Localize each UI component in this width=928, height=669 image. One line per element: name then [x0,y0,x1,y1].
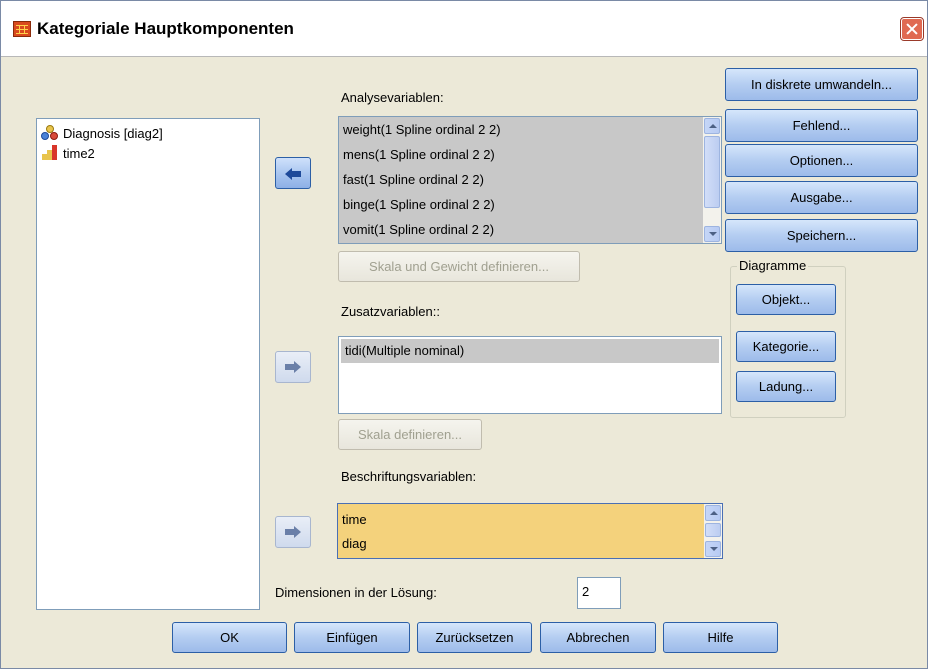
close-button[interactable] [900,17,924,41]
list-item[interactable]: tidi(Multiple nominal) [341,339,719,363]
arrow-right-icon [285,361,301,373]
list-item[interactable]: fast(1 Spline ordinal 2 2) [339,167,721,192]
list-item[interactable]: time [338,508,722,532]
save-button[interactable]: Speichern... [725,219,918,252]
arrow-left-icon [285,168,301,180]
dimensions-label: Dimensionen in der Lösung: [275,585,437,600]
chevron-up-icon [709,124,717,128]
arrow-right-icon [285,526,301,538]
scroll-thumb[interactable] [704,136,720,208]
scroll-down-button[interactable] [705,541,721,557]
scroll-down-button[interactable] [704,226,720,242]
plots-group-legend: Diagramme [737,258,809,273]
source-item-label: Diagnosis [diag2] [63,125,163,141]
app-table-icon [13,21,31,37]
list-item[interactable]: binge(1 Spline ordinal 2 2) [339,192,721,217]
define-scale-button[interactable]: Skala definieren... [338,419,482,450]
scroll-up-button[interactable] [705,505,721,521]
scale-variable-icon [41,145,59,161]
missing-button[interactable]: Fehlend... [725,109,918,142]
title-bar[interactable]: Kategoriale Hauptkomponenten [1,1,927,57]
source-variable-list[interactable]: Diagnosis [diag2] time2 [36,118,260,610]
supplementary-variables-list[interactable]: tidi(Multiple nominal) [338,336,722,414]
paste-button[interactable]: Einfügen [294,622,410,653]
dimensions-input[interactable]: 2 [577,577,621,609]
list-item[interactable]: time2 [41,144,95,162]
move-to-supplementary-button[interactable] [275,351,311,383]
category-plot-button[interactable]: Kategorie... [736,331,836,362]
output-button[interactable]: Ausgabe... [725,181,918,214]
vertical-scrollbar[interactable] [703,117,721,243]
nominal-variable-icon [41,125,59,141]
object-plot-button[interactable]: Objekt... [736,284,836,315]
list-item[interactable]: vomit(1 Spline ordinal 2 2) [339,217,721,242]
supplementary-variables-label: Zusatzvariablen:: [341,304,440,319]
define-scale-weight-button[interactable]: Skala und Gewicht definieren... [338,251,580,282]
reset-button[interactable]: Zurücksetzen [417,622,532,653]
ok-button[interactable]: OK [172,622,287,653]
discretize-button[interactable]: In diskrete umwandeln... [725,68,918,101]
scroll-thumb[interactable] [705,523,721,537]
move-to-analysis-button[interactable] [275,157,311,189]
list-item[interactable]: diag [338,532,722,556]
chevron-down-icon [710,547,718,551]
labeling-variables-list[interactable]: time diag [337,503,723,559]
list-item[interactable]: Diagnosis [diag2] [41,124,163,142]
cancel-button[interactable]: Abbrechen [540,622,656,653]
move-to-labeling-button[interactable] [275,516,311,548]
vertical-scrollbar[interactable] [704,504,722,558]
scroll-up-button[interactable] [704,118,720,134]
list-item[interactable]: mens(1 Spline ordinal 2 2) [339,142,721,167]
loading-plot-button[interactable]: Ladung... [736,371,836,402]
window-title: Kategoriale Hauptkomponenten [37,19,294,38]
dialog-window: Kategoriale Hauptkomponenten Diagnosis [… [0,0,928,669]
analysis-variables-label: Analysevariablen: [341,90,444,105]
chevron-down-icon [709,232,717,236]
list-item[interactable]: weight(1 Spline ordinal 2 2) [339,117,721,142]
source-item-label: time2 [63,145,95,161]
labeling-variables-label: Beschriftungsvariablen: [341,469,477,484]
analysis-variables-list[interactable]: weight(1 Spline ordinal 2 2) mens(1 Spli… [338,116,722,244]
help-button[interactable]: Hilfe [663,622,778,653]
options-button[interactable]: Optionen... [725,144,918,177]
chevron-up-icon [710,511,718,515]
